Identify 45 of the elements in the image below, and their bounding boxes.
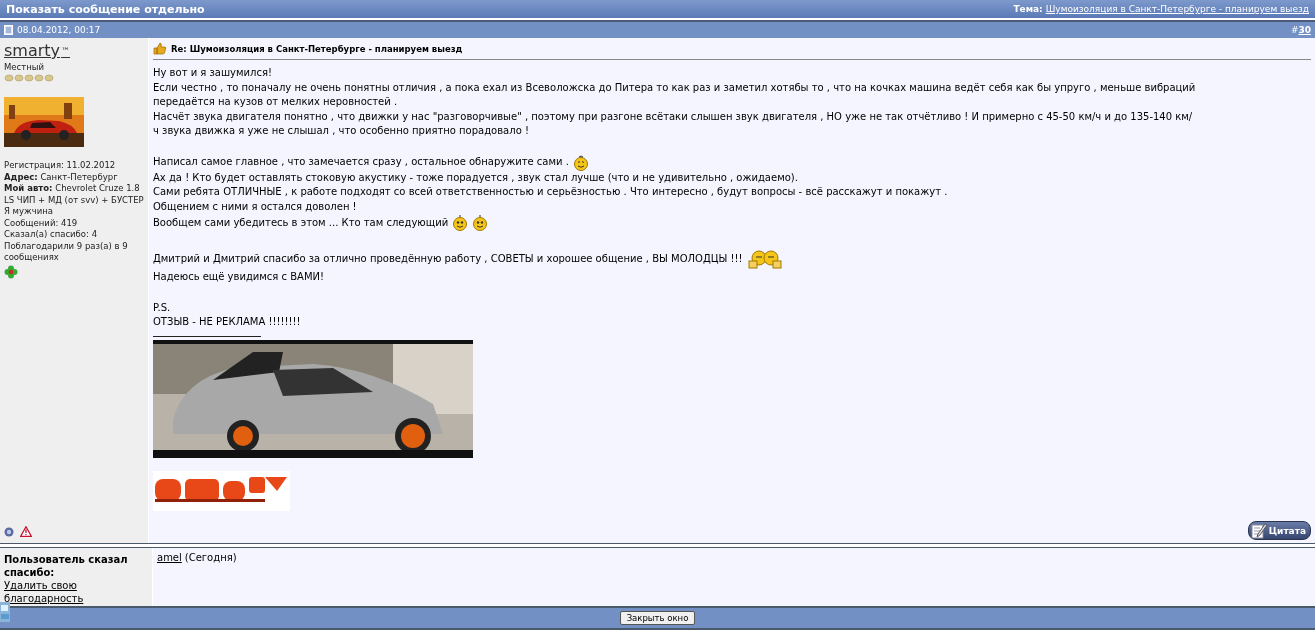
message-text: Написал самое главное , что замечается сразу , остальное обнаружите сами . <box>153 155 569 170</box>
message-text: P.S. <box>153 300 171 315</box>
quote-button[interactable]: Цитата <box>1247 521 1311 540</box>
message-text: Ну вот и я зашумился! <box>153 66 272 80</box>
username-link[interactable]: smarty$^{™}$ <box>4 42 71 60</box>
warning-icon <box>20 526 32 537</box>
flower-icon <box>4 264 18 279</box>
thanks-time: (Сегодня) <box>184 552 237 563</box>
user-detail: Мой авто: Chevrolet Cruze 1.8 LS ЧИП + МД (от svv) + БУСТЕР <box>4 183 145 206</box>
rank-pips-icon <box>4 74 54 82</box>
user-detail: Сказал(а) спасибо: 4 <box>4 229 99 241</box>
message-text: Ах да ! Кто будет оставлять стоковую акустику - тоже порадуется , звук стал лучше (что и не удивительно , ожидаемо). <box>153 170 798 185</box>
message-text: Сами ребята ОТЛИЧНЫЕ , к работе подходят со всей ответственностью и серьёзностью . Что интересно , будут вопросы - всё расскажут и покажут . <box>153 185 948 199</box>
thanks-heading: Пользователь сказал спасибо: <box>4 553 129 579</box>
winking-face-icon <box>572 154 589 171</box>
thanks-user-link[interactable]: amel <box>157 552 182 563</box>
message-text: Вообщем сами убедитесь в этом ... Кто там следующий <box>153 215 449 230</box>
user-detail: Сообщений: 419 <box>4 217 79 229</box>
message-text: Общением с ними я остался доволен ! <box>153 199 357 214</box>
message-text: Если честно , то поначалу не очень понятны отличия , а пока ехал из Всеволожска до Питера то как раз и заметил хотябы то , что на кочках машина ведёт себя как бы упруго , меньше вибраций передаётся на кузов от мелких неровностей . <box>153 80 1197 109</box>
user-detail: Поблагодарили 9 раз(а) в 9 сообщениях <box>4 240 129 264</box>
close-window-button[interactable]: Закрыть окно <box>619 611 696 625</box>
user-detail: Регистрация: 11.02.2012 <box>4 160 117 172</box>
document-pen-icon <box>1250 522 1267 539</box>
smiley-face-icon <box>472 214 489 232</box>
post-date: 08.04.2012, 00:17 <box>17 25 101 35</box>
document-icon <box>4 25 13 35</box>
status-dot-icon <box>4 526 14 537</box>
user-detail: Я мужчина <box>4 206 55 218</box>
remove-thanks-link[interactable]: Удалить свою благодарность <box>4 579 148 605</box>
message-text: Дмитрий и Дмитрий спасибо за отлично проведённую работу , СОВЕТЫ и хорошее общение , ВЫ МОЛОДЦЫ !!! <box>153 251 743 266</box>
cheering-faces-icon <box>746 248 783 270</box>
user-rank: Местный <box>4 62 44 72</box>
topic-link[interactable]: Шумоизоляция в Санкт-Петербурге - планируем выезд <box>1045 4 1309 14</box>
smiley-face-icon <box>452 214 469 232</box>
user-detail: Адрес: Санкт-Петербург <box>4 171 119 183</box>
thumbs-up-icon <box>153 42 167 55</box>
message-text: Насчёт звука двигателя понятно , что движки у нас "разговорчивые" , поэтому при разгоне всётаки слышен звук двигателя , НО уже не так отчётливо ! И примерно с 45-50 км/ч и до 135-140 км/ч звука движка я уже не слышал , что особенно приятно порадовало ! <box>153 109 1194 138</box>
message-text: ОТЗЫВ - НЕ РЕКЛАМА !!!!!!!! <box>153 315 301 329</box>
topic-label: Тема: <box>1013 4 1043 14</box>
window-icon <box>0 602 10 622</box>
post-number-prefix: # <box>1290 25 1299 35</box>
window-title: Показать сообщение отдельно <box>6 2 205 16</box>
message-text: Надеюсь ещё увидимся с ВАМИ! <box>153 270 325 284</box>
post-subject: Re: Шумоизоляция в Санкт-Петербурге - планируем выезд <box>171 43 463 54</box>
